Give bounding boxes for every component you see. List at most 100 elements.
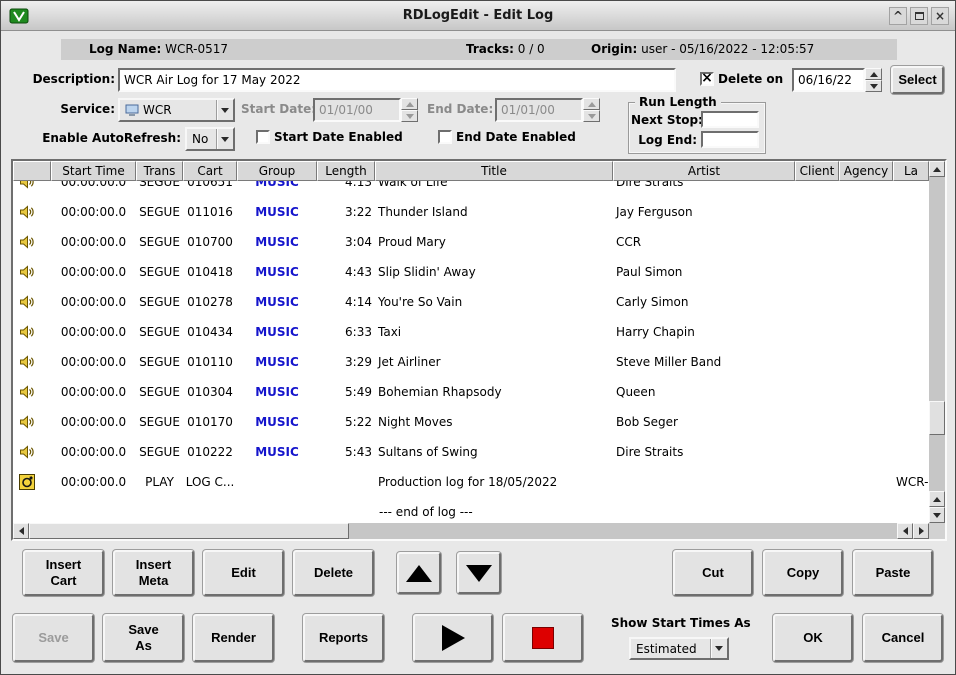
cell-length: 3:29 — [317, 347, 375, 377]
delete-button[interactable]: Delete — [293, 550, 374, 596]
column-header-cart[interactable]: Cart — [183, 161, 237, 181]
cell-start-time: 00:00:00.0 — [51, 407, 136, 437]
cell-length: 6:33 — [317, 317, 375, 347]
autorefresh-combo[interactable]: No — [185, 127, 235, 151]
start-date-enabled-label: Start Date Enabled — [274, 130, 403, 144]
scroll-left-icon[interactable] — [897, 523, 913, 539]
scroll-up-icon[interactable] — [929, 491, 945, 507]
render-button[interactable]: Render — [193, 614, 274, 662]
save-as-button[interactable]: Save As — [103, 614, 184, 662]
copy-button[interactable]: Copy — [763, 550, 843, 596]
end-of-log-row: --- end of log --- — [13, 497, 929, 523]
description-input[interactable] — [118, 68, 676, 92]
cell-artist: Harry Chapin — [613, 317, 795, 347]
cell-label — [893, 287, 929, 317]
cell-label — [893, 377, 929, 407]
speaker-icon — [19, 294, 35, 310]
column-header-trans[interactable]: Trans — [136, 161, 183, 181]
spinner-up-icon — [583, 98, 600, 110]
column-header-label[interactable]: La — [893, 161, 929, 181]
move-down-icon — [466, 565, 492, 582]
scroll-right-icon[interactable] — [913, 523, 929, 539]
cell-artist: Steve Miller Band — [613, 347, 795, 377]
cell-cart: 010278 — [183, 287, 237, 317]
cell-client — [795, 317, 839, 347]
vertical-scrollbar[interactable] — [929, 161, 945, 523]
show-start-times-value: Estimated — [636, 642, 697, 656]
cell-trans: SEGUE — [136, 377, 183, 407]
reports-button[interactable]: Reports — [303, 614, 384, 662]
maximize-icon[interactable] — [910, 7, 928, 25]
insert-meta-button[interactable]: Insert Meta — [113, 550, 194, 596]
next-stop-label: Next Stop: — [631, 113, 697, 127]
scroll-left-icon[interactable] — [13, 523, 29, 539]
table-row[interactable]: 00:00:00.0 SEGUE 010278 MUSIC 4:14 You'r… — [13, 287, 929, 317]
speaker-icon — [19, 264, 35, 280]
spinner-down-icon — [583, 110, 600, 122]
cell-label — [893, 317, 929, 347]
move-up-button[interactable] — [397, 552, 441, 594]
column-header-agency[interactable]: Agency — [839, 161, 893, 181]
table-row[interactable]: 00:00:00.0 SEGUE 011016 MUSIC 3:22 Thund… — [13, 197, 929, 227]
spinner-up-icon[interactable] — [865, 68, 882, 80]
paste-button[interactable]: Paste — [853, 550, 933, 596]
cell-group: MUSIC — [237, 181, 317, 197]
autorefresh-value: No — [192, 132, 208, 146]
play-button[interactable] — [413, 614, 493, 662]
table-row[interactable]: 00:00:00.0 SEGUE 010304 MUSIC 5:49 Bohem… — [13, 377, 929, 407]
delete-on-checkbox[interactable] — [700, 72, 714, 86]
table-row[interactable]: 00:00:00.0 SEGUE 010418 MUSIC 4:43 Slip … — [13, 257, 929, 287]
edit-button[interactable]: Edit — [203, 550, 284, 596]
log-end-value — [701, 131, 759, 148]
scroll-down-icon[interactable] — [929, 507, 945, 523]
cell-client — [795, 287, 839, 317]
origin-label: Origin: — [591, 42, 637, 56]
table-row[interactable]: 00:00:00.0 SEGUE 010434 MUSIC 6:33 Taxi … — [13, 317, 929, 347]
show-start-times-combo[interactable]: Estimated — [629, 637, 729, 660]
close-icon[interactable]: × — [931, 7, 949, 25]
table-row[interactable]: 00:00:00.0 SEGUE 010110 MUSIC 3:29 Jet A… — [13, 347, 929, 377]
cell-agency — [839, 437, 893, 467]
insert-cart-button[interactable]: Insert Cart — [23, 550, 104, 596]
ok-button[interactable]: OK — [773, 614, 853, 662]
table-row[interactable]: 00:00:00.0 SEGUE 010700 MUSIC 3:04 Proud… — [13, 227, 929, 257]
column-header-start-time[interactable]: Start Time — [51, 161, 136, 181]
start-date-enabled-checkbox[interactable] — [256, 130, 270, 144]
cancel-button[interactable]: Cancel — [863, 614, 943, 662]
table-row[interactable]: 00:00:00.0 PLAY LOG C... Production log … — [13, 467, 929, 497]
end-date-enabled-checkbox[interactable] — [438, 130, 452, 144]
service-combo[interactable]: WCR — [118, 98, 235, 122]
column-header-client[interactable]: Client — [795, 161, 839, 181]
vertical-scrollbar-thumb[interactable] — [929, 401, 945, 435]
table-row[interactable]: 00:00:00.0 SEGUE 010651 MUSIC 4:13 Walk … — [13, 181, 929, 197]
delete-date-input[interactable] — [792, 68, 865, 92]
column-header-group[interactable]: Group — [237, 161, 317, 181]
cell-group: MUSIC — [237, 257, 317, 287]
cell-agency — [839, 227, 893, 257]
cell-title: Sultans of Swing — [375, 437, 613, 467]
spinner-down-icon[interactable] — [865, 80, 882, 92]
table-row[interactable]: 00:00:00.0 SEGUE 010170 MUSIC 5:22 Night… — [13, 407, 929, 437]
chain-icon — [19, 474, 35, 490]
scroll-up-icon[interactable] — [929, 161, 945, 177]
horizontal-scrollbar-thumb[interactable] — [29, 523, 349, 539]
delete-date-spinbox[interactable] — [792, 68, 882, 92]
titlebar[interactable]: RDLogEdit - Edit Log ^ × — [1, 1, 955, 31]
row-icon-cell — [13, 407, 51, 437]
move-down-button[interactable] — [457, 552, 501, 594]
row-icon-cell — [13, 317, 51, 347]
stop-button[interactable] — [503, 614, 583, 662]
cell-client — [795, 407, 839, 437]
column-header-length[interactable]: Length — [317, 161, 375, 181]
description-label: Description: — [9, 72, 115, 86]
column-header-title[interactable]: Title — [375, 161, 613, 181]
column-header-artist[interactable]: Artist — [613, 161, 795, 181]
horizontal-scrollbar[interactable] — [13, 523, 929, 539]
shade-icon[interactable]: ^ — [889, 7, 907, 25]
cut-button[interactable]: Cut — [673, 550, 753, 596]
select-button[interactable]: Select — [891, 66, 944, 94]
cell-agency — [839, 317, 893, 347]
table-row[interactable]: 00:00:00.0 SEGUE 010222 MUSIC 5:43 Sulta… — [13, 437, 929, 467]
cell-cart: 010434 — [183, 317, 237, 347]
column-header-icon[interactable] — [13, 161, 51, 181]
